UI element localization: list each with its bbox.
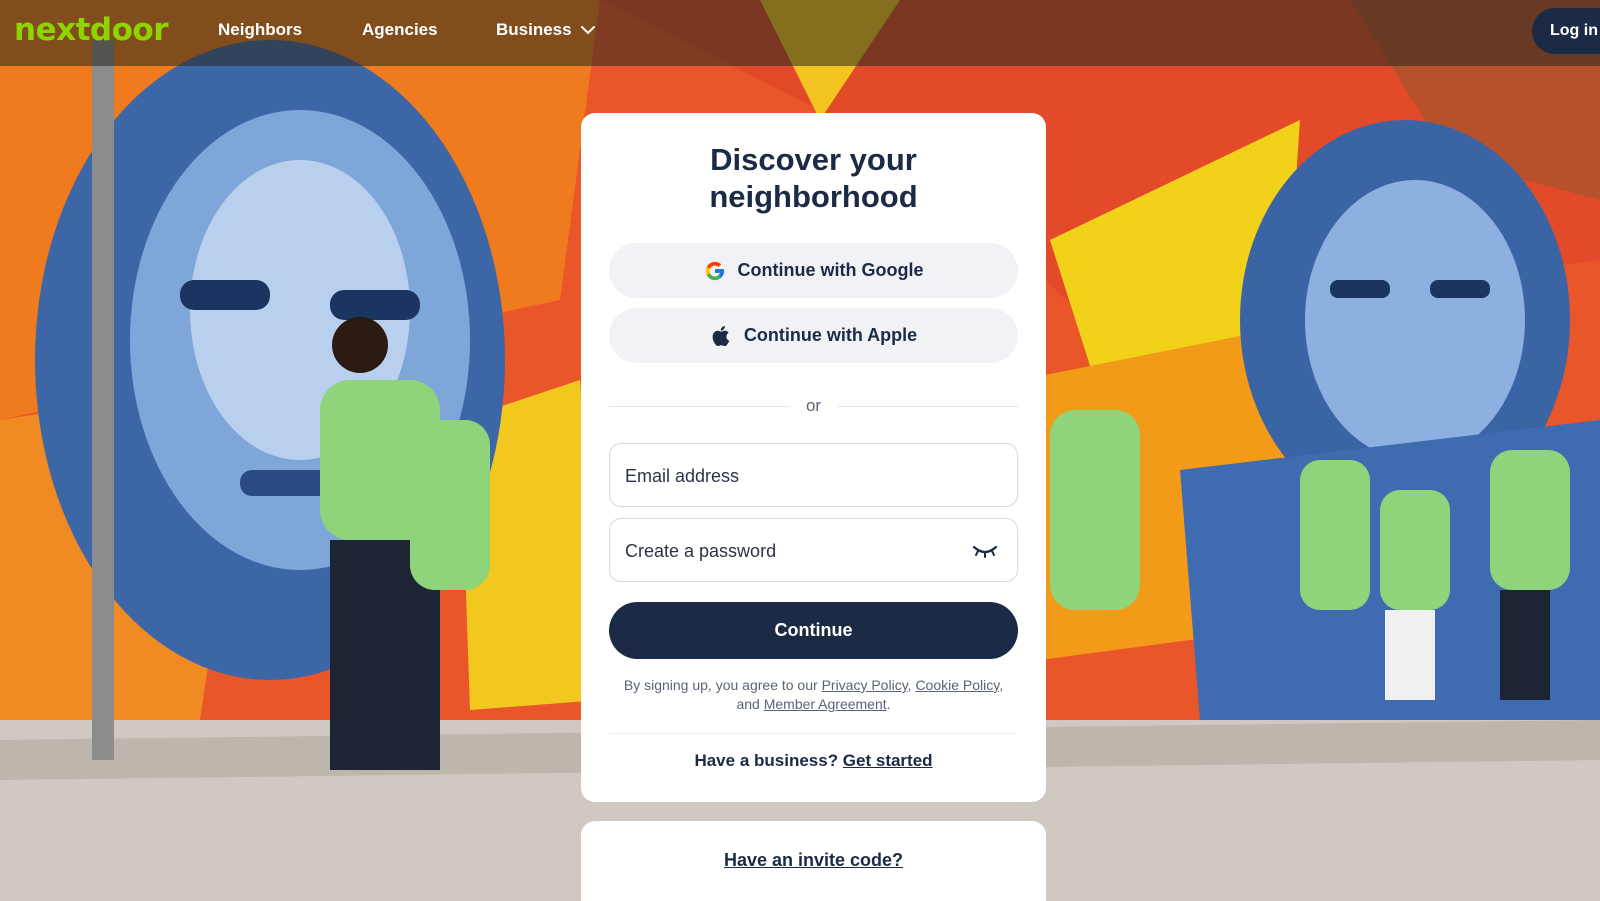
password-field[interactable]	[609, 518, 1018, 583]
continue-with-apple-button[interactable]: Continue with Apple	[609, 308, 1018, 363]
email-input[interactable]	[623, 444, 967, 508]
nav-business-label: Business	[496, 20, 572, 39]
legal-prefix: By signing up, you agree to our	[623, 677, 822, 693]
or-divider: or	[609, 396, 1018, 416]
nav-neighbors[interactable]: Neighbors	[218, 20, 302, 40]
apple-button-label: Continue with Apple	[743, 325, 918, 345]
privacy-policy-link[interactable]: Privacy Policy	[822, 677, 908, 693]
continue-button[interactable]: Continue	[609, 602, 1018, 659]
signup-card: Discover your neighborhood Continue with…	[581, 113, 1046, 802]
get-started-link[interactable]: Get started	[843, 751, 933, 770]
title-line-1: Discover your	[710, 142, 917, 177]
email-field[interactable]	[609, 443, 1018, 508]
business-prompt: Have a business? Get started	[581, 751, 1046, 771]
legal-comma-2: ,	[999, 677, 1004, 693]
invite-code-link[interactable]: Have an invite code?	[581, 850, 1046, 871]
divider-line-right	[838, 406, 1018, 407]
password-input[interactable]	[623, 519, 967, 583]
title-line-2: neighborhood	[709, 179, 918, 214]
apple-icon	[710, 325, 732, 347]
legal-and: and	[736, 696, 764, 712]
cookie-policy-link[interactable]: Cookie Policy	[915, 677, 999, 693]
google-button-label: Continue with Google	[737, 260, 924, 280]
legal-period: .	[886, 696, 891, 712]
business-question: Have a business?	[694, 751, 843, 770]
chevron-down-icon	[580, 22, 596, 38]
legal-notice: By signing up, you agree to our Privacy …	[609, 676, 1018, 714]
invite-card: Have an invite code?	[581, 821, 1046, 901]
nav-business-dropdown[interactable]: Business	[496, 20, 596, 40]
eye-closed-icon[interactable]	[971, 541, 999, 561]
google-icon	[704, 260, 726, 282]
top-nav-bar: nextdoor Neighbors Agencies Business Log…	[0, 0, 1600, 66]
continue-with-google-button[interactable]: Continue with Google	[609, 243, 1018, 298]
section-separator	[609, 733, 1018, 734]
page-title: Discover your neighborhood	[581, 141, 1046, 215]
nav-agencies[interactable]: Agencies	[362, 20, 438, 40]
login-button[interactable]: Log in	[1532, 8, 1600, 54]
nextdoor-logo[interactable]: nextdoor	[14, 12, 168, 48]
member-agreement-link[interactable]: Member Agreement	[764, 696, 887, 712]
